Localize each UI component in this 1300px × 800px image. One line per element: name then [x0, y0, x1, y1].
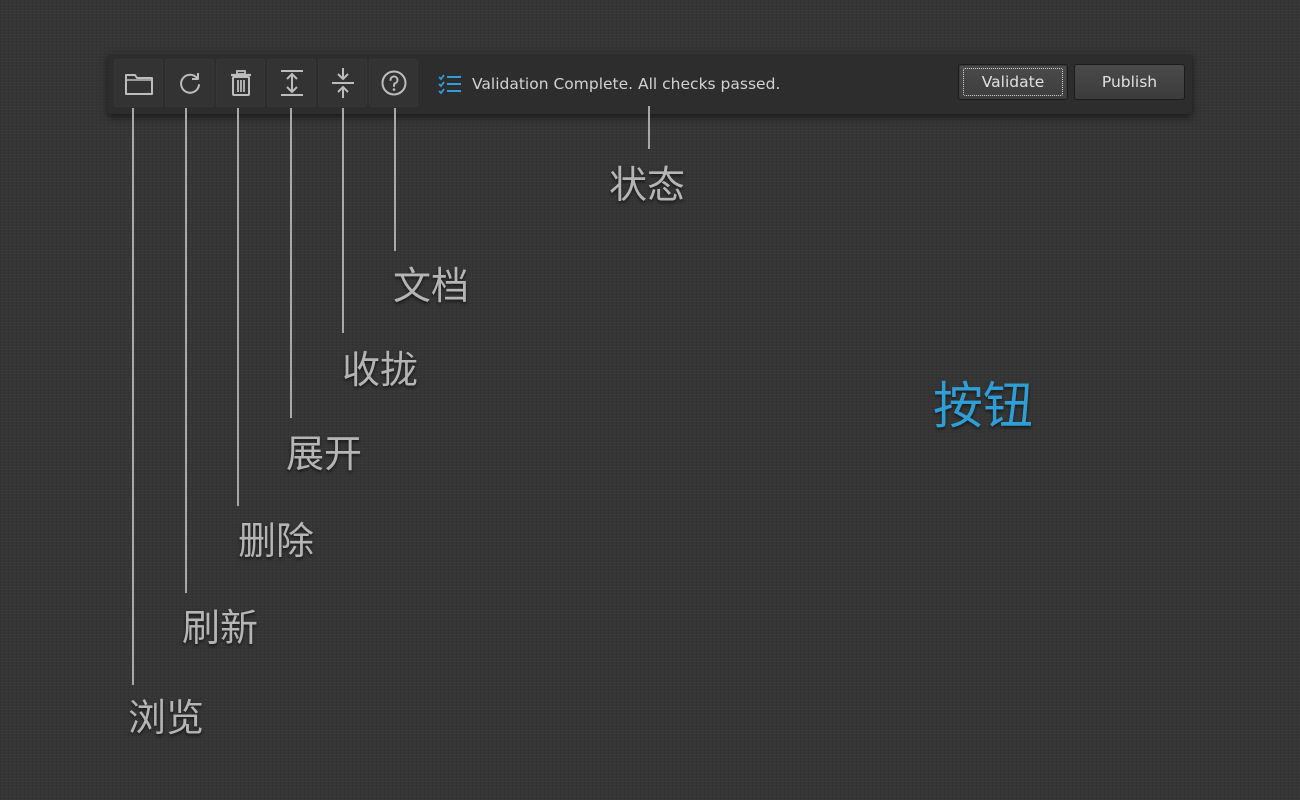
collapse-button[interactable]: [318, 59, 367, 107]
toolbar: Validation Complete. All checks passed. …: [108, 53, 1192, 114]
docs-label: 文档: [393, 264, 470, 308]
delete-button[interactable]: [216, 59, 265, 107]
status-text: Validation Complete. All checks passed.: [472, 74, 781, 93]
help-icon: [381, 70, 406, 96]
buttons-heading: 按钮: [933, 377, 1033, 435]
delete-label: 删除: [238, 519, 315, 563]
expand-label: 展开: [286, 432, 363, 476]
refresh-callout-line: [185, 108, 187, 593]
delete-callout-line: [237, 108, 239, 506]
folder-icon: [124, 74, 153, 95]
validate-button[interactable]: Validate: [958, 64, 1068, 100]
browse-callout-line: [132, 108, 134, 685]
expand-callout-line: [290, 108, 292, 418]
collapse-icon: [331, 68, 354, 98]
refresh-button[interactable]: [165, 59, 214, 107]
docs-callout-line: [394, 108, 396, 251]
browse-label: 浏览: [128, 696, 205, 740]
collapse-callout-line: [342, 108, 344, 333]
expand-button[interactable]: [267, 59, 316, 107]
collapse-label: 收拢: [342, 348, 419, 392]
validate-button-label: Validate: [963, 68, 1063, 96]
checklist-icon: [438, 73, 461, 94]
refresh-label: 刷新: [182, 606, 259, 650]
publish-button-label: Publish: [1101, 73, 1158, 91]
expand-icon: [280, 70, 303, 96]
docs-button[interactable]: [369, 59, 418, 107]
status-callout-line: [648, 106, 650, 149]
status-area: Validation Complete. All checks passed.: [438, 53, 780, 114]
publish-button[interactable]: Publish: [1074, 64, 1185, 100]
trash-icon: [230, 70, 251, 96]
browse-button[interactable]: [114, 59, 163, 107]
status-label: 状态: [609, 163, 686, 207]
refresh-icon: [179, 73, 200, 94]
